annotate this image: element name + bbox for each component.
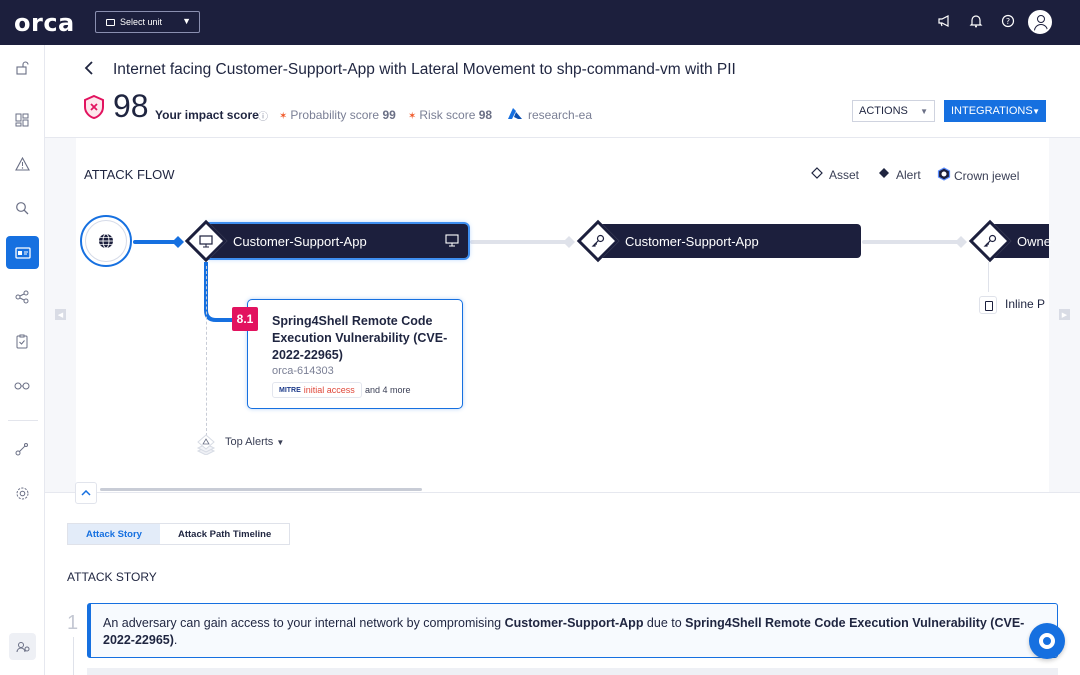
azure-icon [508,108,522,119]
chevron-down-icon: ▼ [182,16,191,26]
integrations-icon[interactable] [11,438,33,460]
probability-dot-icon: ✶ [279,111,288,122]
tab-attack-story[interactable]: Attack Story [68,524,160,544]
vm-icon [445,234,459,250]
alert-score-badge: 8.1 [232,307,258,331]
page-title: Internet facing Customer-Support-App wit… [113,61,736,78]
diamond-filled-icon [878,167,890,182]
caret-down-icon: ▼ [276,438,285,447]
legend-asset: Asset [811,167,859,182]
key-icon [982,233,998,249]
scroll-left-icon[interactable]: ◀ [55,309,66,320]
story-step-line [73,637,74,675]
top-alerts-line [206,266,207,436]
dashboard-icon[interactable] [11,109,33,131]
user-avatar[interactable] [1028,10,1052,34]
arrow-icon [563,236,575,248]
actions-dropdown[interactable]: ACTIONS ▼ [852,100,935,122]
story-next-card [87,668,1058,675]
key-icon [590,233,606,249]
node-label: Customer-Support-App [233,233,367,249]
risk-dot-icon: ✶ [408,111,417,122]
internet-node[interactable] [80,215,132,267]
orca-logo[interactable]: orca [14,9,75,37]
inline-line [988,262,989,292]
compliance-icon[interactable] [11,330,33,352]
arrow-icon [955,236,967,248]
arrow-icon [172,236,184,248]
shield-alert-icon [84,95,104,119]
settings-icon[interactable] [11,482,33,504]
alert-stack-icon [196,434,216,455]
attack-story-title: ATTACK STORY [67,570,157,584]
back-arrow-icon[interactable] [83,59,95,80]
megaphone-icon[interactable] [936,14,952,30]
alert-title: Spring4Shell Remote Code Execution Vulne… [272,314,448,362]
policy-icon [979,296,997,314]
glasses-icon[interactable] [11,374,33,396]
unit-select[interactable]: Select unit ▼ [95,11,200,33]
inline-policy-item[interactable]: Inline P [979,296,1045,314]
top-bar: orca Select unit ▼ ? [0,0,1080,45]
chat-support-button[interactable] [1029,623,1065,659]
impact-score-label: Your impact score [155,108,259,122]
story-tabs: Attack Story Attack Path Timeline [67,523,291,545]
node-label: Customer-Support-App [625,233,759,249]
story-step-number: 1 [67,612,79,634]
legend-alert: Alert [878,167,921,182]
chat-icon [1039,633,1055,649]
flow-connector [470,240,570,244]
legend-crown-jewel: Crown jewel [937,167,1019,184]
mitre-tag[interactable]: MITRE initial access [272,382,362,398]
top-alerts-dropdown[interactable]: Top Alerts ▼ [225,436,284,448]
lock-icon[interactable] [11,57,33,79]
attack-flow-title: ATTACK FLOW [84,167,175,182]
impact-score-value: 98 [113,88,149,124]
probability-score: ✶ Probability score 99 [279,108,396,122]
alert-icon[interactable] [11,153,33,175]
bell-icon[interactable] [968,14,984,30]
story-step-card[interactable]: An adversary can gain access to your int… [87,603,1058,658]
user-settings-icon[interactable] [9,633,36,660]
alert-card[interactable]: Spring4Shell Remote Code Execution Vulne… [247,299,463,409]
asset-node-customer-support-app[interactable]: Customer-Support-App [205,224,468,258]
horizontal-scrollbar[interactable] [100,488,422,491]
unit-icon [106,18,115,26]
info-icon[interactable]: ⓘ [258,108,268,123]
crown-jewel-icon [937,167,951,184]
attack-path-icon[interactable] [6,236,39,269]
flow-connector [862,240,962,244]
sidebar [0,45,45,675]
svg-text:?: ? [1006,17,1010,26]
risk-score: ✶ Risk score 98 [408,108,493,122]
scroll-right-icon[interactable]: ▶ [1059,309,1070,320]
collapse-up-icon[interactable] [75,482,97,504]
integrations-dropdown[interactable]: INTEGRATIONS ▼ [944,100,1046,122]
unit-select-label: Select unit [120,17,163,27]
tab-attack-path-timeline[interactable]: Attack Path Timeline [160,524,289,544]
chevron-down-icon: ▼ [920,106,928,116]
asset-node-customer-support-app-2[interactable]: Customer-Support-App [597,224,861,258]
graph-icon[interactable] [11,286,33,308]
search-icon[interactable] [11,197,33,219]
chevron-down-icon: ▼ [1032,106,1040,116]
vm-icon [198,233,214,249]
help-icon[interactable]: ? [1000,14,1016,30]
cloud-account: research-ea [528,108,593,122]
globe-icon [99,233,113,249]
node-label: Owne [1017,233,1051,249]
alert-id: orca-614303 [272,365,334,377]
sidebar-divider [8,420,38,421]
more-tags-link[interactable]: and 4 more [365,385,411,395]
diamond-outline-icon [811,167,823,182]
